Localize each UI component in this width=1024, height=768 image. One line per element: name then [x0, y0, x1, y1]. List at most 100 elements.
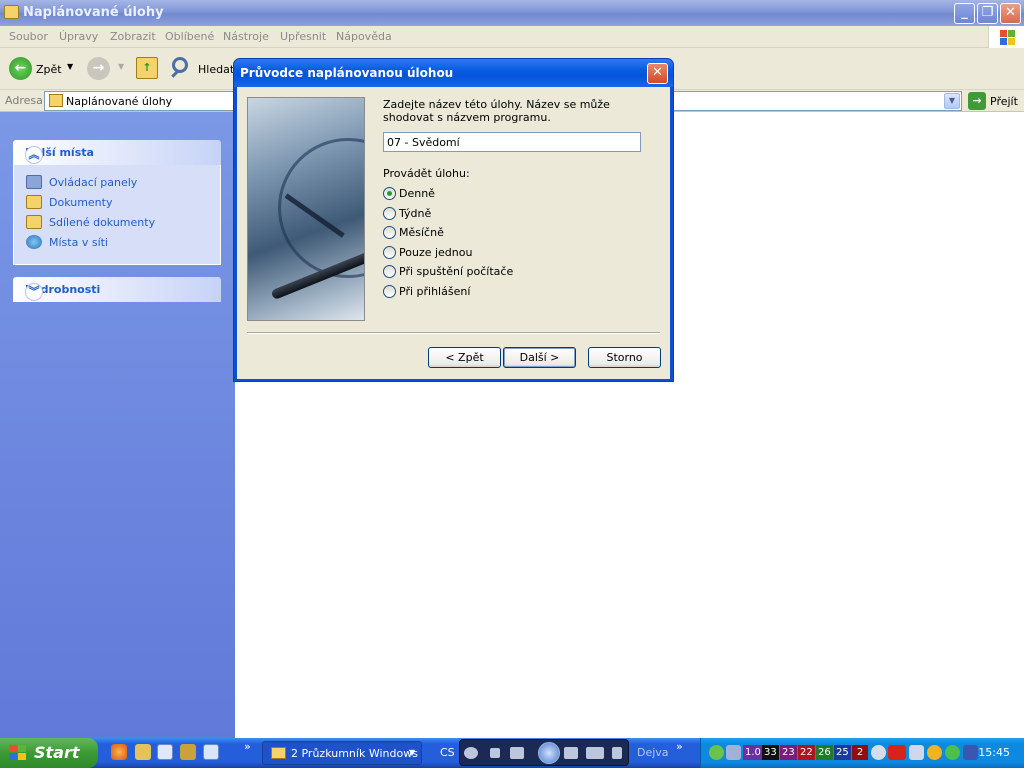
speaker-icon[interactable]	[909, 745, 924, 760]
radio-label: Pouze jednou	[399, 246, 473, 259]
tray-counter[interactable]: 25	[834, 745, 851, 760]
firefox-icon[interactable]	[111, 744, 127, 760]
address-value: Naplánované úlohy	[66, 95, 173, 108]
run-task-label: Provádět úlohu:	[383, 167, 470, 180]
next-track-icon[interactable]	[564, 747, 578, 759]
up-folder-icon[interactable]: ↑	[136, 57, 158, 79]
tray-counter[interactable]: 23	[780, 745, 797, 760]
menu-nastroje[interactable]: Nástroje	[223, 30, 269, 43]
tray-counter[interactable]: 26	[816, 745, 833, 760]
radio-button[interactable]	[383, 285, 396, 298]
task-name-prompt: Zadejte název této úlohy. Název se může …	[383, 98, 610, 124]
folder-icon	[49, 94, 63, 107]
dialog-titlebar[interactable]: Průvodce naplánovanou úlohou ✕	[234, 59, 673, 87]
ati-icon[interactable]	[888, 745, 906, 760]
info-icon[interactable]	[927, 745, 942, 760]
dialog-separator	[247, 332, 660, 334]
documents-folder-icon	[26, 195, 42, 209]
wizard-next-button[interactable]: Další >	[503, 347, 576, 368]
language-indicator[interactable]: CS	[440, 746, 455, 759]
window-titlebar[interactable]: Naplánované úlohy _ ❐ ✕	[0, 0, 1024, 26]
radio-label: Při přihlášení	[399, 285, 471, 298]
search-button[interactable]: Hledat	[170, 57, 234, 81]
tray-green-icon[interactable]	[709, 745, 724, 760]
clock[interactable]: 15:45	[978, 746, 1010, 759]
go-button[interactable]: → Přejít	[968, 92, 1024, 110]
back-arrow-icon: ←	[9, 57, 32, 80]
media-track-label: Dejva	[637, 746, 669, 759]
document-icon[interactable]	[157, 744, 173, 760]
start-label: Start	[34, 743, 80, 762]
shield-icon[interactable]	[963, 745, 978, 760]
shared-folder-icon	[26, 215, 42, 229]
control-panel-icon	[26, 175, 42, 189]
radio-button[interactable]	[383, 207, 396, 220]
forward-button[interactable]: → ▼	[87, 57, 127, 81]
back-dropdown-icon[interactable]: ▼	[67, 62, 73, 71]
stop-icon[interactable]	[490, 748, 500, 758]
other-places-panel: Další místa ︽ Ovládací panely Dokumenty …	[13, 140, 221, 265]
radio-button[interactable]	[383, 246, 396, 259]
minimize-button[interactable]: _	[954, 3, 975, 24]
forward-arrow-icon: →	[87, 57, 110, 80]
menu-upresnit[interactable]: Upřesnit	[280, 30, 326, 43]
folder-icon	[271, 747, 286, 759]
menu-upravy[interactable]: Úpravy	[59, 30, 98, 43]
back-label: Zpět	[36, 63, 62, 76]
menu-zobrazit[interactable]: Zobrazit	[110, 30, 156, 43]
address-dropdown-icon[interactable]: ▼	[944, 93, 960, 109]
expand-chevron-icon[interactable]: ︾	[25, 283, 43, 301]
go-label: Přejít	[990, 95, 1018, 108]
tray-counter[interactable]: 22	[798, 745, 815, 760]
tray-update-icon[interactable]	[945, 745, 960, 760]
task-pane: Další místa ︽ Ovládací panely Dokumenty …	[0, 112, 235, 738]
collapse-chevron-icon[interactable]: ︽	[25, 146, 43, 164]
quicklaunch-tool-icon[interactable]	[180, 744, 196, 760]
task-name-input[interactable]	[383, 132, 641, 152]
other-places-header[interactable]: Další místa ︽	[13, 140, 221, 165]
window-title: Naplánované úlohy	[23, 5, 164, 20]
media-player-toolbar	[459, 739, 629, 766]
volume-icon[interactable]	[586, 747, 604, 759]
place-control-panel[interactable]: Ovládací panely	[26, 173, 220, 193]
restore-player-icon[interactable]	[612, 747, 622, 759]
maximize-button[interactable]: ❐	[977, 3, 998, 24]
tray-network-icon[interactable]	[726, 745, 741, 760]
quicklaunch-more-icon[interactable]: »	[244, 740, 251, 753]
menu-napoveda[interactable]: Nápověda	[336, 30, 392, 43]
radio-button[interactable]	[383, 187, 396, 200]
play-pause-icon[interactable]	[538, 742, 560, 764]
internet-explorer-icon[interactable]	[203, 744, 219, 760]
tray-settings-icon[interactable]	[871, 745, 886, 760]
back-button[interactable]: ← Zpět ▼	[9, 57, 77, 81]
place-documents[interactable]: Dokumenty	[26, 193, 220, 213]
tray-counter[interactable]: 1.0	[743, 745, 763, 760]
taskbar: Start » 2 Průzkumník Windows ▼ CS Dejva …	[0, 738, 1024, 768]
radio-button[interactable]	[383, 226, 396, 239]
scheduled-task-wizard-dialog: Průvodce naplánovanou úlohou ✕ Zadejte n…	[233, 58, 674, 382]
quicklaunch-app-icon[interactable]	[135, 744, 151, 760]
menu-oblibene[interactable]: Oblíbené	[165, 30, 214, 43]
tray-counter[interactable]: 33	[762, 745, 779, 760]
dialog-body: Zadejte název této úlohy. Název se může …	[237, 87, 670, 379]
details-header[interactable]: Podrobnosti ︾	[13, 277, 221, 302]
place-label: Ovládací panely	[49, 176, 138, 189]
place-label: Dokumenty	[49, 196, 113, 209]
media-open-icon[interactable]	[464, 747, 478, 759]
wizard-clock-pen-image	[247, 97, 365, 321]
wizard-back-button[interactable]: < Zpět	[428, 347, 501, 368]
media-more-icon[interactable]: »	[676, 740, 683, 753]
previous-track-icon[interactable]	[510, 747, 524, 759]
radio-button[interactable]	[383, 265, 396, 278]
close-button[interactable]: ✕	[1000, 3, 1021, 24]
start-button[interactable]: Start	[0, 738, 98, 768]
menu-soubor[interactable]: Soubor	[9, 30, 48, 43]
details-panel: Podrobnosti ︾	[13, 277, 221, 302]
tray-counter[interactable]: 2	[852, 745, 868, 760]
dialog-close-button[interactable]: ✕	[647, 63, 668, 84]
taskbar-explorer-button[interactable]: 2 Průzkumník Windows ▼	[262, 741, 422, 765]
wizard-cancel-button[interactable]: Storno	[588, 347, 661, 368]
go-arrow-icon: →	[968, 92, 986, 110]
place-shared-documents[interactable]: Sdílené dokumenty	[26, 213, 220, 233]
place-network[interactable]: Místa v síti	[26, 233, 220, 253]
